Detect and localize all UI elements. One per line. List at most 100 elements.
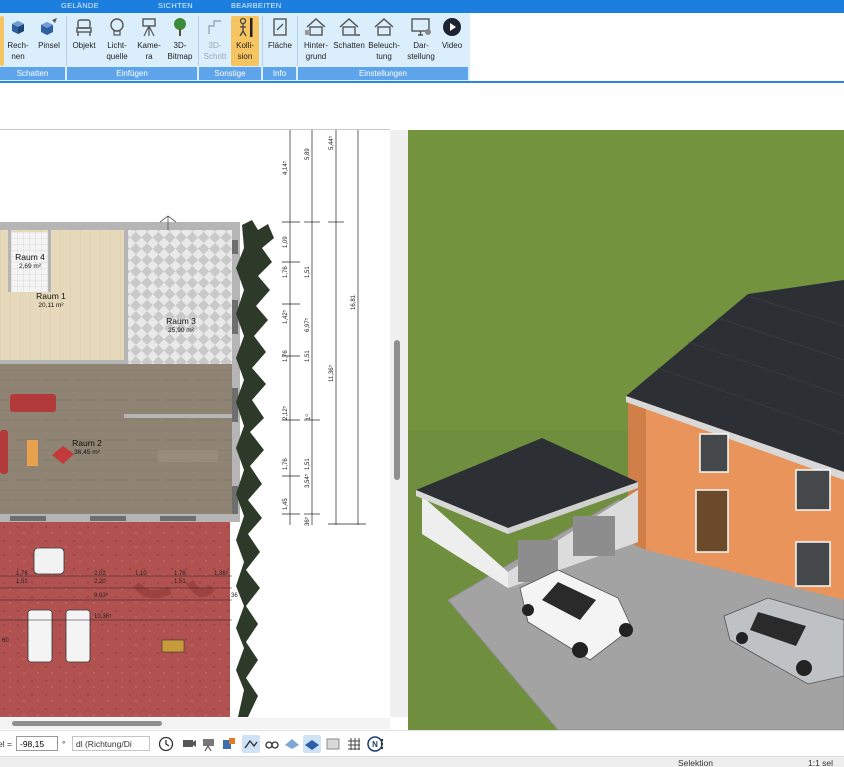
- dim-text: 10,36⁵: [94, 614, 112, 620]
- tree-icon: [174, 18, 186, 36]
- tab-bearbeiten[interactable]: BEARBEITEN: [231, 1, 282, 10]
- dim-text: 1,76: [283, 458, 289, 470]
- room-name: Raum 2: [72, 438, 102, 448]
- cutoff-button[interactable]: [0, 16, 4, 66]
- status-bar: Selektion 1:1 sel: [0, 756, 844, 767]
- kamera-label-2: ra: [145, 52, 153, 61]
- room-label-raum3[interactable]: Raum 3 25,90 m²: [156, 316, 206, 336]
- group-label-einfuegen: Einfügen: [67, 67, 197, 80]
- room-name: Raum 1: [36, 291, 66, 301]
- hintergrund-label-2: grund: [305, 52, 327, 61]
- beleuchtung-label-1: Beleuch-: [368, 41, 400, 50]
- dim-text: 1,76: [174, 571, 186, 577]
- rechnen-button[interactable]: Rech- nen: [7, 16, 29, 62]
- more-icon[interactable]: [373, 735, 391, 753]
- dim-text: 1,51: [305, 458, 311, 470]
- dim-text: 1,51: [16, 579, 28, 585]
- view-splitter[interactable]: [390, 130, 408, 717]
- status-selection: 1:1 sel: [808, 758, 834, 767]
- dim-text: 5,89: [305, 148, 311, 160]
- floor-plan-drawing: [0, 130, 366, 717]
- dim-text: 1,51: [305, 266, 311, 278]
- dim-text: 1,45: [283, 498, 289, 510]
- flaeche-button[interactable]: Fläche: [265, 16, 295, 51]
- dim-text: 2,12⁵: [283, 405, 289, 420]
- dim-text: 1,42⁵: [283, 309, 289, 324]
- dim-text: 1,10: [135, 571, 147, 577]
- dim-text: 60: [2, 638, 9, 644]
- ribbon-bottom-line: [0, 81, 844, 83]
- rechnen-label-1: Rech-: [7, 41, 29, 50]
- schritt-button[interactable]: 3D- Schritt: [200, 16, 230, 62]
- dim-text: 2,02: [94, 571, 106, 577]
- camera-icon[interactable]: [180, 735, 198, 753]
- camera-3d-icon[interactable]: [200, 735, 218, 753]
- room-label-raum2[interactable]: Raum 2 36,45 m²: [62, 438, 112, 458]
- group-separator: [66, 16, 67, 66]
- angle-input[interactable]: [16, 736, 58, 751]
- beleuchtung-label-2: tung: [376, 52, 392, 61]
- room-name: Raum 3: [166, 316, 196, 326]
- group-label-info: Info: [263, 67, 296, 80]
- video-button[interactable]: Video: [438, 16, 466, 51]
- step-icon: [208, 20, 221, 34]
- ribbon-empty-area: [470, 13, 844, 81]
- objekt-button[interactable]: Objekt: [69, 16, 99, 51]
- bitmap-button[interactable]: 3D- Bitmap: [165, 16, 195, 62]
- tab-gelaende[interactable]: GELÄNDE: [61, 1, 99, 10]
- schritt-label-2: Schritt: [203, 52, 227, 61]
- room-area: 2,69 m²: [18, 263, 42, 270]
- texture-icon[interactable]: [324, 735, 342, 753]
- pinsel-label: Pinsel: [38, 41, 60, 50]
- surface-icon[interactable]: [303, 735, 321, 753]
- dim-text: 9,63⁵: [94, 593, 109, 599]
- pinsel-button[interactable]: Pinsel: [35, 16, 63, 51]
- tab-sichten[interactable]: SICHTEN: [158, 1, 193, 10]
- chair-icon: [76, 19, 92, 36]
- beleuchtung-button[interactable]: Beleuch- tung: [367, 16, 401, 62]
- kamera-label-1: Kame-: [137, 41, 161, 50]
- bottom-toolbar: el = ° dl (Richtung/Di N: [0, 730, 844, 756]
- bitmap-label-2: Bitmap: [167, 52, 193, 61]
- kamera-button[interactable]: Kame- ra: [134, 16, 164, 62]
- kollision-button[interactable]: Kolli- sion: [231, 16, 259, 66]
- objekt-label: Objekt: [72, 41, 96, 50]
- grid-icon[interactable]: [345, 735, 363, 753]
- angle-field-label: el =: [0, 739, 12, 749]
- schritt-label-1: 3D-: [208, 41, 222, 50]
- darstellung-label-2: stellung: [407, 52, 435, 61]
- camera-tripod-icon: [142, 18, 156, 37]
- lichtquelle-label-1: Licht-: [107, 41, 127, 50]
- dim-text: 1,76: [283, 266, 289, 278]
- direction-select[interactable]: dl (Richtung/Di: [72, 736, 150, 751]
- dim-text: 1,76: [283, 350, 289, 362]
- fly-icon[interactable]: [283, 735, 301, 753]
- clock-icon[interactable]: [157, 735, 175, 753]
- status-mode: Selektion: [678, 758, 713, 767]
- 3d-view[interactable]: [408, 130, 844, 730]
- dim-text: 36: [231, 593, 238, 599]
- play-video-icon: [443, 18, 461, 36]
- dim-text: 4,14⁵: [283, 160, 289, 175]
- group-separator: [198, 16, 199, 66]
- floor-plan-view[interactable]: Raum 4 2,69 m² Raum 1 20,11 m² Raum 3 25…: [0, 130, 390, 717]
- vertical-scrollbar-thumb[interactable]: [394, 340, 400, 480]
- horizontal-scrollbar-thumb[interactable]: [12, 721, 162, 726]
- brush-cube-icon: [41, 18, 57, 35]
- hintergrund-button[interactable]: Hinter- grund: [299, 16, 333, 62]
- material-icon[interactable]: [220, 735, 238, 753]
- room-area: 25,90 m²: [168, 327, 194, 334]
- room-label-raum1[interactable]: Raum 1 20,11 m²: [28, 291, 74, 311]
- schatten-button[interactable]: Schatten: [332, 16, 366, 51]
- walk-icon[interactable]: [242, 735, 260, 753]
- binoculars-icon[interactable]: [263, 735, 281, 753]
- rechnen-label-2: nen: [11, 52, 25, 61]
- dim-text: 1,51: [305, 350, 311, 362]
- collision-person-icon: [239, 17, 253, 37]
- group-label-sonstige: Sonstige: [199, 67, 261, 80]
- horizontal-scrollbar[interactable]: [0, 718, 390, 729]
- darstellung-button[interactable]: Dar- stellung: [404, 16, 438, 62]
- kollision-label-1: Kolli-: [236, 41, 254, 50]
- direction-select-value: dl (Richtung/Di: [76, 739, 132, 749]
- room-label-raum4[interactable]: Raum 4 2,69 m²: [12, 252, 48, 272]
